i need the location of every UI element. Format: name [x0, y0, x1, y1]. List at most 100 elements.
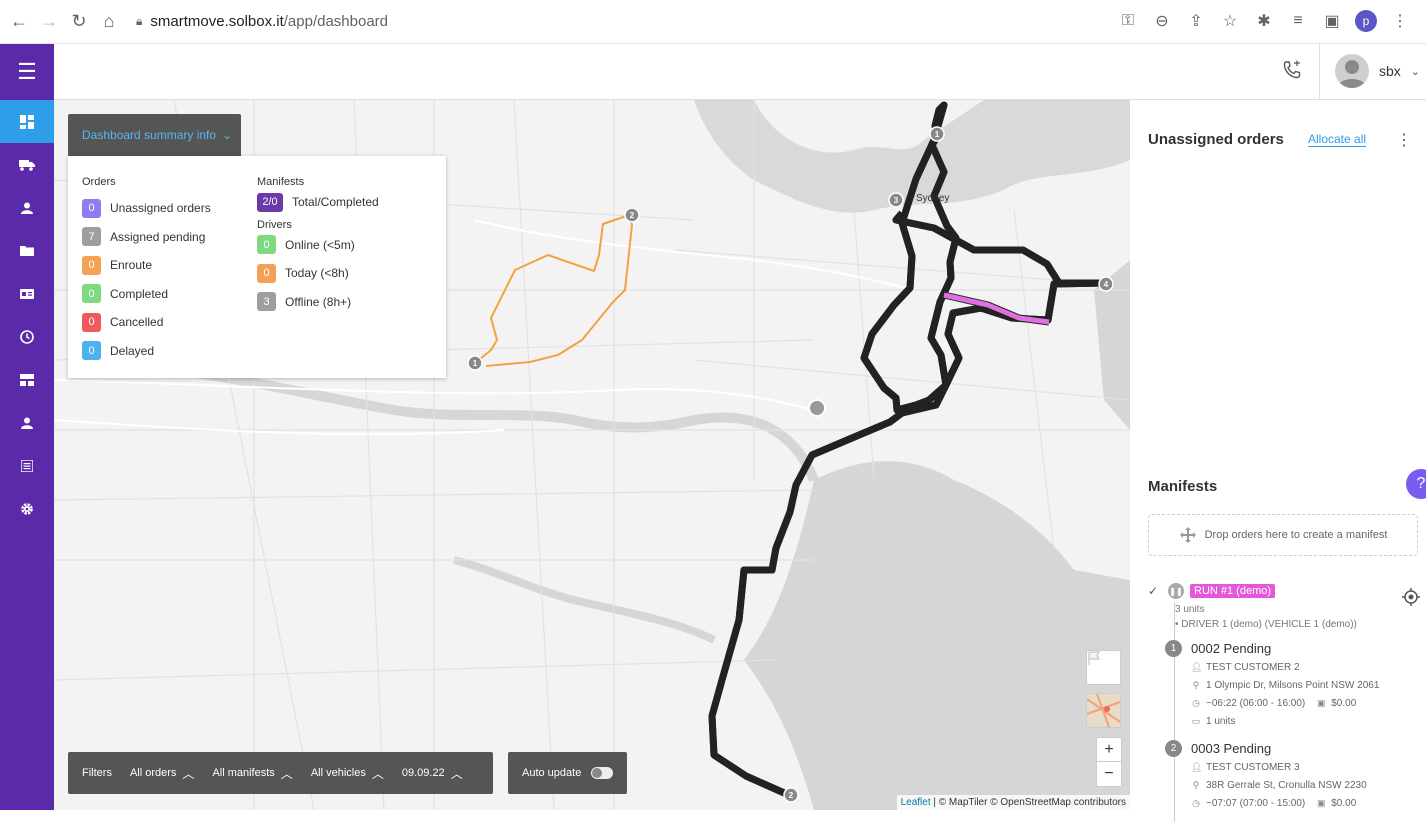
sidebar-item-reports[interactable]	[0, 358, 54, 401]
sidebar: ☰	[0, 44, 54, 810]
sidebar-item-drivers[interactable]	[0, 186, 54, 229]
phone-icon[interactable]	[1282, 60, 1306, 84]
chevron-up-icon: ︿	[371, 766, 384, 781]
stat-online[interactable]: 0 Online (<5m)	[257, 231, 379, 260]
share-icon[interactable]: ⇪	[1182, 7, 1210, 35]
stat-today[interactable]: 0 Today (<8h)	[257, 259, 379, 288]
stat-cancelled[interactable]: 0 Cancelled	[82, 308, 211, 337]
stat-unassigned[interactable]: 0 Unassigned orders	[82, 194, 211, 223]
app-header: sbx ⌄	[54, 44, 1426, 100]
run-tag[interactable]: RUN #1 (demo)	[1190, 584, 1276, 598]
sidebar-item-dashboard[interactable]	[0, 100, 54, 143]
move-icon	[1179, 527, 1196, 543]
collapse-icon[interactable]: ✓	[1148, 584, 1162, 598]
stat-completed[interactable]: 0 Completed	[82, 280, 211, 309]
date-filter[interactable]: 09.09.22 ︿	[402, 765, 463, 782]
customer-icon: 👤︎	[1191, 661, 1203, 672]
user-menu[interactable]: sbx ⌄	[1334, 54, 1420, 88]
depot-marker[interactable]	[808, 399, 826, 417]
orders-column: Orders 0 Unassigned orders 7 Assigned pend…	[82, 176, 211, 365]
extensions-icon[interactable]: ✱	[1250, 7, 1278, 35]
drop-zone[interactable]: Drop orders here to create a manifest	[1148, 514, 1418, 556]
browser-toolbar: ← → ↻ ⌂ 🔒︎ smartmove.solbox.it/app/dashb…	[0, 0, 1426, 44]
stop-number: 1	[1165, 640, 1182, 657]
chevron-up-icon: ︿	[280, 766, 293, 781]
reload-icon[interactable]: ↻	[64, 7, 94, 37]
zoom-icon[interactable]: ⊖	[1148, 7, 1176, 35]
sidebar-item-orders[interactable]	[0, 444, 54, 487]
manifests-filter-label: All manifests	[212, 767, 275, 779]
sidebar-item-cards[interactable]	[0, 272, 54, 315]
locate-icon[interactable]	[1402, 588, 1420, 606]
stop-item[interactable]: 2 0003 Pending 👤︎ TEST CUSTOMER 3 ⚲ 38R Ge…	[1148, 740, 1420, 812]
layer-switch-button[interactable]	[1086, 693, 1121, 728]
run-driver-label: DRIVER 1 (demo) (VEHICLE 1 (demo))	[1181, 619, 1357, 630]
stat-label: Today (<8h)	[285, 266, 349, 281]
sidebar-item-files[interactable]	[0, 229, 54, 272]
key-icon[interactable]: ⚿	[1114, 7, 1142, 35]
stop-time: ~06:22 (06:00 - 16:00)	[1206, 697, 1306, 709]
map-marker-label: 2	[789, 791, 794, 800]
list-icon	[21, 459, 33, 472]
stop-address: 1 Olympic Dr, Milsons Point NSW 2061	[1206, 679, 1380, 691]
manifests-title: Manifests	[257, 176, 305, 188]
location-pin-icon: ⚲	[1192, 679, 1200, 690]
star-icon[interactable]: ☆	[1216, 7, 1244, 35]
profile-button[interactable]: p	[1352, 7, 1380, 35]
stop-customer: TEST CUSTOMER 3	[1206, 761, 1300, 773]
stat-label: Online (<5m)	[285, 237, 355, 252]
stat-offline[interactable]: 3 Offline (8h+)	[257, 288, 379, 317]
stop-number: 2	[1165, 740, 1182, 757]
sidebar-item-settings[interactable]	[0, 487, 54, 530]
forward-icon[interactable]: →	[34, 7, 64, 37]
zoom-out-button[interactable]: −	[1097, 762, 1121, 786]
sidebar-item-history[interactable]	[0, 315, 54, 358]
sidebar-item-customers[interactable]	[0, 401, 54, 444]
header-divider	[1319, 44, 1320, 100]
help-icon[interactable]: ?	[1406, 469, 1426, 499]
sidebar-item-vehicles[interactable]	[0, 143, 54, 186]
orders-filter-label: All orders	[129, 767, 177, 779]
stat-assigned-pending[interactable]: 7 Assigned pending	[82, 223, 211, 252]
zoom-in-button[interactable]: +	[1097, 738, 1121, 762]
manifests-filter[interactable]: All manifests ︿	[212, 765, 292, 782]
map-layer-icon	[1087, 694, 1120, 727]
vehicles-filter-label: All vehicles	[310, 767, 366, 779]
count-badge: 0	[82, 341, 101, 361]
stop-address: 38R Gerrale St, Cronulla NSW 2230	[1206, 779, 1367, 791]
run-units: 3 units	[1175, 604, 1205, 615]
dashboard-icon	[20, 114, 34, 129]
leaflet-link[interactable]: Leaflet	[901, 797, 931, 808]
manifests-title: Manifests	[1148, 478, 1218, 495]
media-icon[interactable]: ≡	[1284, 7, 1312, 35]
right-panel: Unassigned orders Allocate all ⋮ Manifes…	[1130, 100, 1426, 822]
address-bar[interactable]: 🔒︎ smartmove.solbox.it/app/dashboard	[136, 13, 388, 30]
allocate-all-link[interactable]: Allocate all	[1308, 132, 1367, 147]
vehicles-filter[interactable]: All vehicles ︿	[311, 765, 384, 782]
units-icon: ▭	[1191, 715, 1201, 726]
clock-icon: ◷	[1192, 697, 1200, 708]
dashboard-summary-toggle[interactable]: Dashboard summary info ⌄	[68, 114, 241, 156]
pause-icon[interactable]: ❚❚	[1168, 583, 1184, 599]
map[interactable]: 1 2 3 4 1 2 Sydney Dashboard summary inf…	[54, 100, 1130, 810]
back-icon[interactable]: ←	[4, 7, 34, 37]
stat-manifests[interactable]: 2/0 Total/Completed	[257, 188, 379, 217]
stat-delayed[interactable]: 0 Delayed	[82, 337, 211, 366]
orders-filter[interactable]: All orders ︿	[130, 765, 194, 782]
stop-units: 1 units	[1206, 715, 1236, 727]
stat-enroute[interactable]: 0 Enroute	[82, 251, 211, 280]
drop-zone-label: Drop orders here to create a manifest	[1204, 529, 1388, 541]
map-marker-label: 2	[630, 211, 635, 220]
hamburger-menu-icon[interactable]: ☰	[0, 44, 54, 100]
menu-icon[interactable]: ⋮	[1386, 7, 1414, 35]
auto-update-toggle[interactable]	[591, 767, 614, 779]
flag-icon	[1088, 651, 1100, 665]
home-icon[interactable]: ⌂	[94, 7, 124, 37]
customer-icon	[21, 417, 33, 429]
flag-button[interactable]	[1086, 650, 1121, 685]
sidepanel-icon[interactable]: ▣	[1318, 7, 1346, 35]
stop-item[interactable]: 1 0002 Pending 👤︎ TEST CUSTOMER 2 ⚲ 1 Olym…	[1148, 640, 1420, 730]
attribution-text: | © MapTiler © OpenStreetMap contributor…	[930, 797, 1126, 808]
wallet-icon: ▣	[1316, 697, 1326, 708]
more-options-icon[interactable]: ⋮	[1396, 130, 1412, 150]
